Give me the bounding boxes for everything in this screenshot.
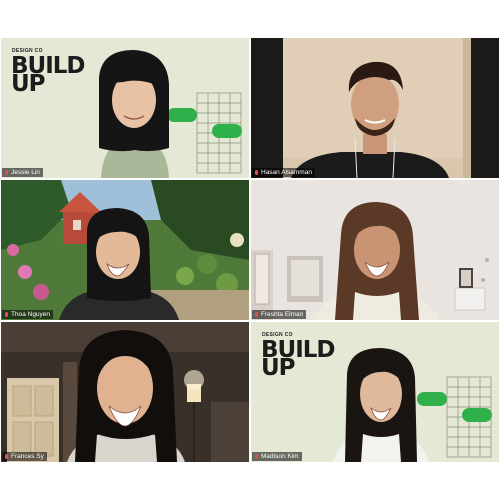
participant-name: Frances Sy: [11, 453, 44, 460]
video-tile-jessie-lin[interactable]: DESIGN CO BUILD UP Jessie Lin: [1, 38, 249, 178]
mic-muted-icon: [254, 453, 259, 460]
participant-name-tag: Freshta Elman: [252, 310, 307, 319]
video-tile-frances-sy[interactable]: Frances Sy: [1, 322, 249, 462]
mic-muted-icon: [4, 453, 9, 460]
video-tile-freshta-elman[interactable]: Freshta Elman: [251, 180, 499, 320]
mic-muted-icon: [4, 169, 9, 176]
virtual-background: [1, 180, 249, 320]
participant-name-tag: Madison Kim: [252, 452, 302, 461]
mic-muted-icon: [254, 311, 259, 318]
participant-name: Freshta Elman: [261, 311, 304, 318]
participant-name: Thoa Nguyen: [11, 311, 51, 318]
brand-headline-line2: UP: [261, 355, 296, 381]
video-feed: [1, 322, 249, 462]
mic-muted-icon: [254, 169, 259, 176]
mic-muted-icon: [4, 311, 9, 318]
participant-name: Jessie Lin: [11, 169, 40, 176]
video-tile-madison-kim[interactable]: DESIGN CO BUILD UP Madison Kim: [251, 322, 499, 462]
video-feed: [251, 180, 499, 320]
participant-name-tag: Hasan Alsamman: [252, 168, 315, 177]
participant-name-tag: Frances Sy: [2, 452, 47, 461]
video-tile-thoa-nguyen[interactable]: Thoa Nguyen: [1, 180, 249, 320]
video-feed: [251, 38, 499, 178]
participant-name-tag: Jessie Lin: [2, 168, 43, 177]
participant-name: Madison Kim: [261, 453, 299, 460]
participant-name-tag: Thoa Nguyen: [2, 310, 54, 319]
brand-headline-line2: UP: [11, 71, 46, 97]
participant-name: Hasan Alsamman: [261, 169, 312, 176]
video-grid: DESIGN CO BUILD UP Jessie Lin Hasan Alsa…: [0, 38, 500, 462]
video-tile-hasan-alsamman[interactable]: Hasan Alsamman: [251, 38, 499, 178]
